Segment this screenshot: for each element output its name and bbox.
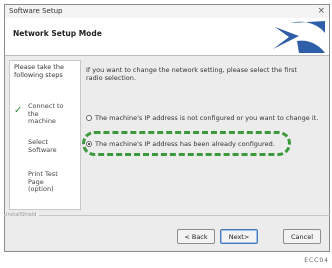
next-button[interactable]: Next> (220, 229, 258, 244)
cancel-button[interactable]: Cancel (283, 229, 321, 244)
installshield-label: InstallShield (6, 212, 40, 218)
footer-area: InstallShield < Back Next> Cancel (4, 4, 330, 252)
back-button[interactable]: < Back (177, 229, 215, 244)
footer-divider (4, 215, 330, 216)
figure-caption: ECC04 (304, 257, 329, 264)
